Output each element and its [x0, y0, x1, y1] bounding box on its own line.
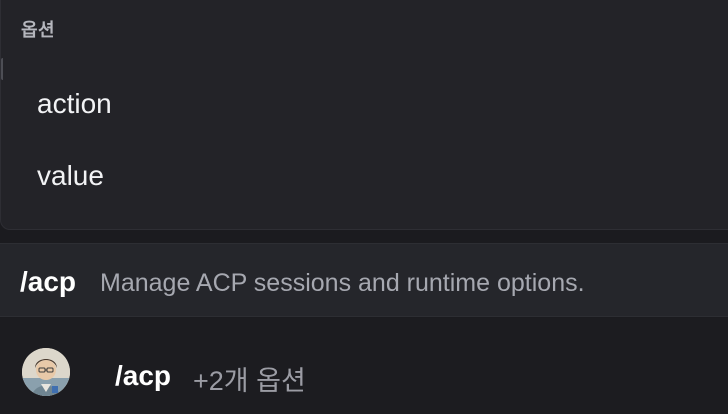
user-avatar-icon — [22, 348, 70, 396]
option-item-value[interactable]: value — [37, 160, 104, 192]
options-popup: 옵션 action value — [0, 0, 728, 230]
app-root: 옵션 action value /acp Manage ACP sessions… — [0, 0, 728, 414]
command-suggestion-row[interactable]: /acp Manage ACP sessions and runtime opt… — [0, 243, 728, 317]
composer-command-token[interactable]: /acp — [115, 360, 171, 392]
command-description: Manage ACP sessions and runtime options. — [100, 269, 585, 297]
options-header: 옵션 — [21, 20, 56, 40]
message-composer[interactable]: /acp +2개 옵션 — [0, 318, 728, 414]
avatar-illustration — [22, 348, 70, 396]
option-item-action[interactable]: action — [37, 88, 112, 120]
scroll-edge-indicator — [1, 58, 6, 80]
command-name: /acp — [20, 266, 77, 297]
composer-extra-options[interactable]: +2개 옵션 — [193, 359, 306, 398]
